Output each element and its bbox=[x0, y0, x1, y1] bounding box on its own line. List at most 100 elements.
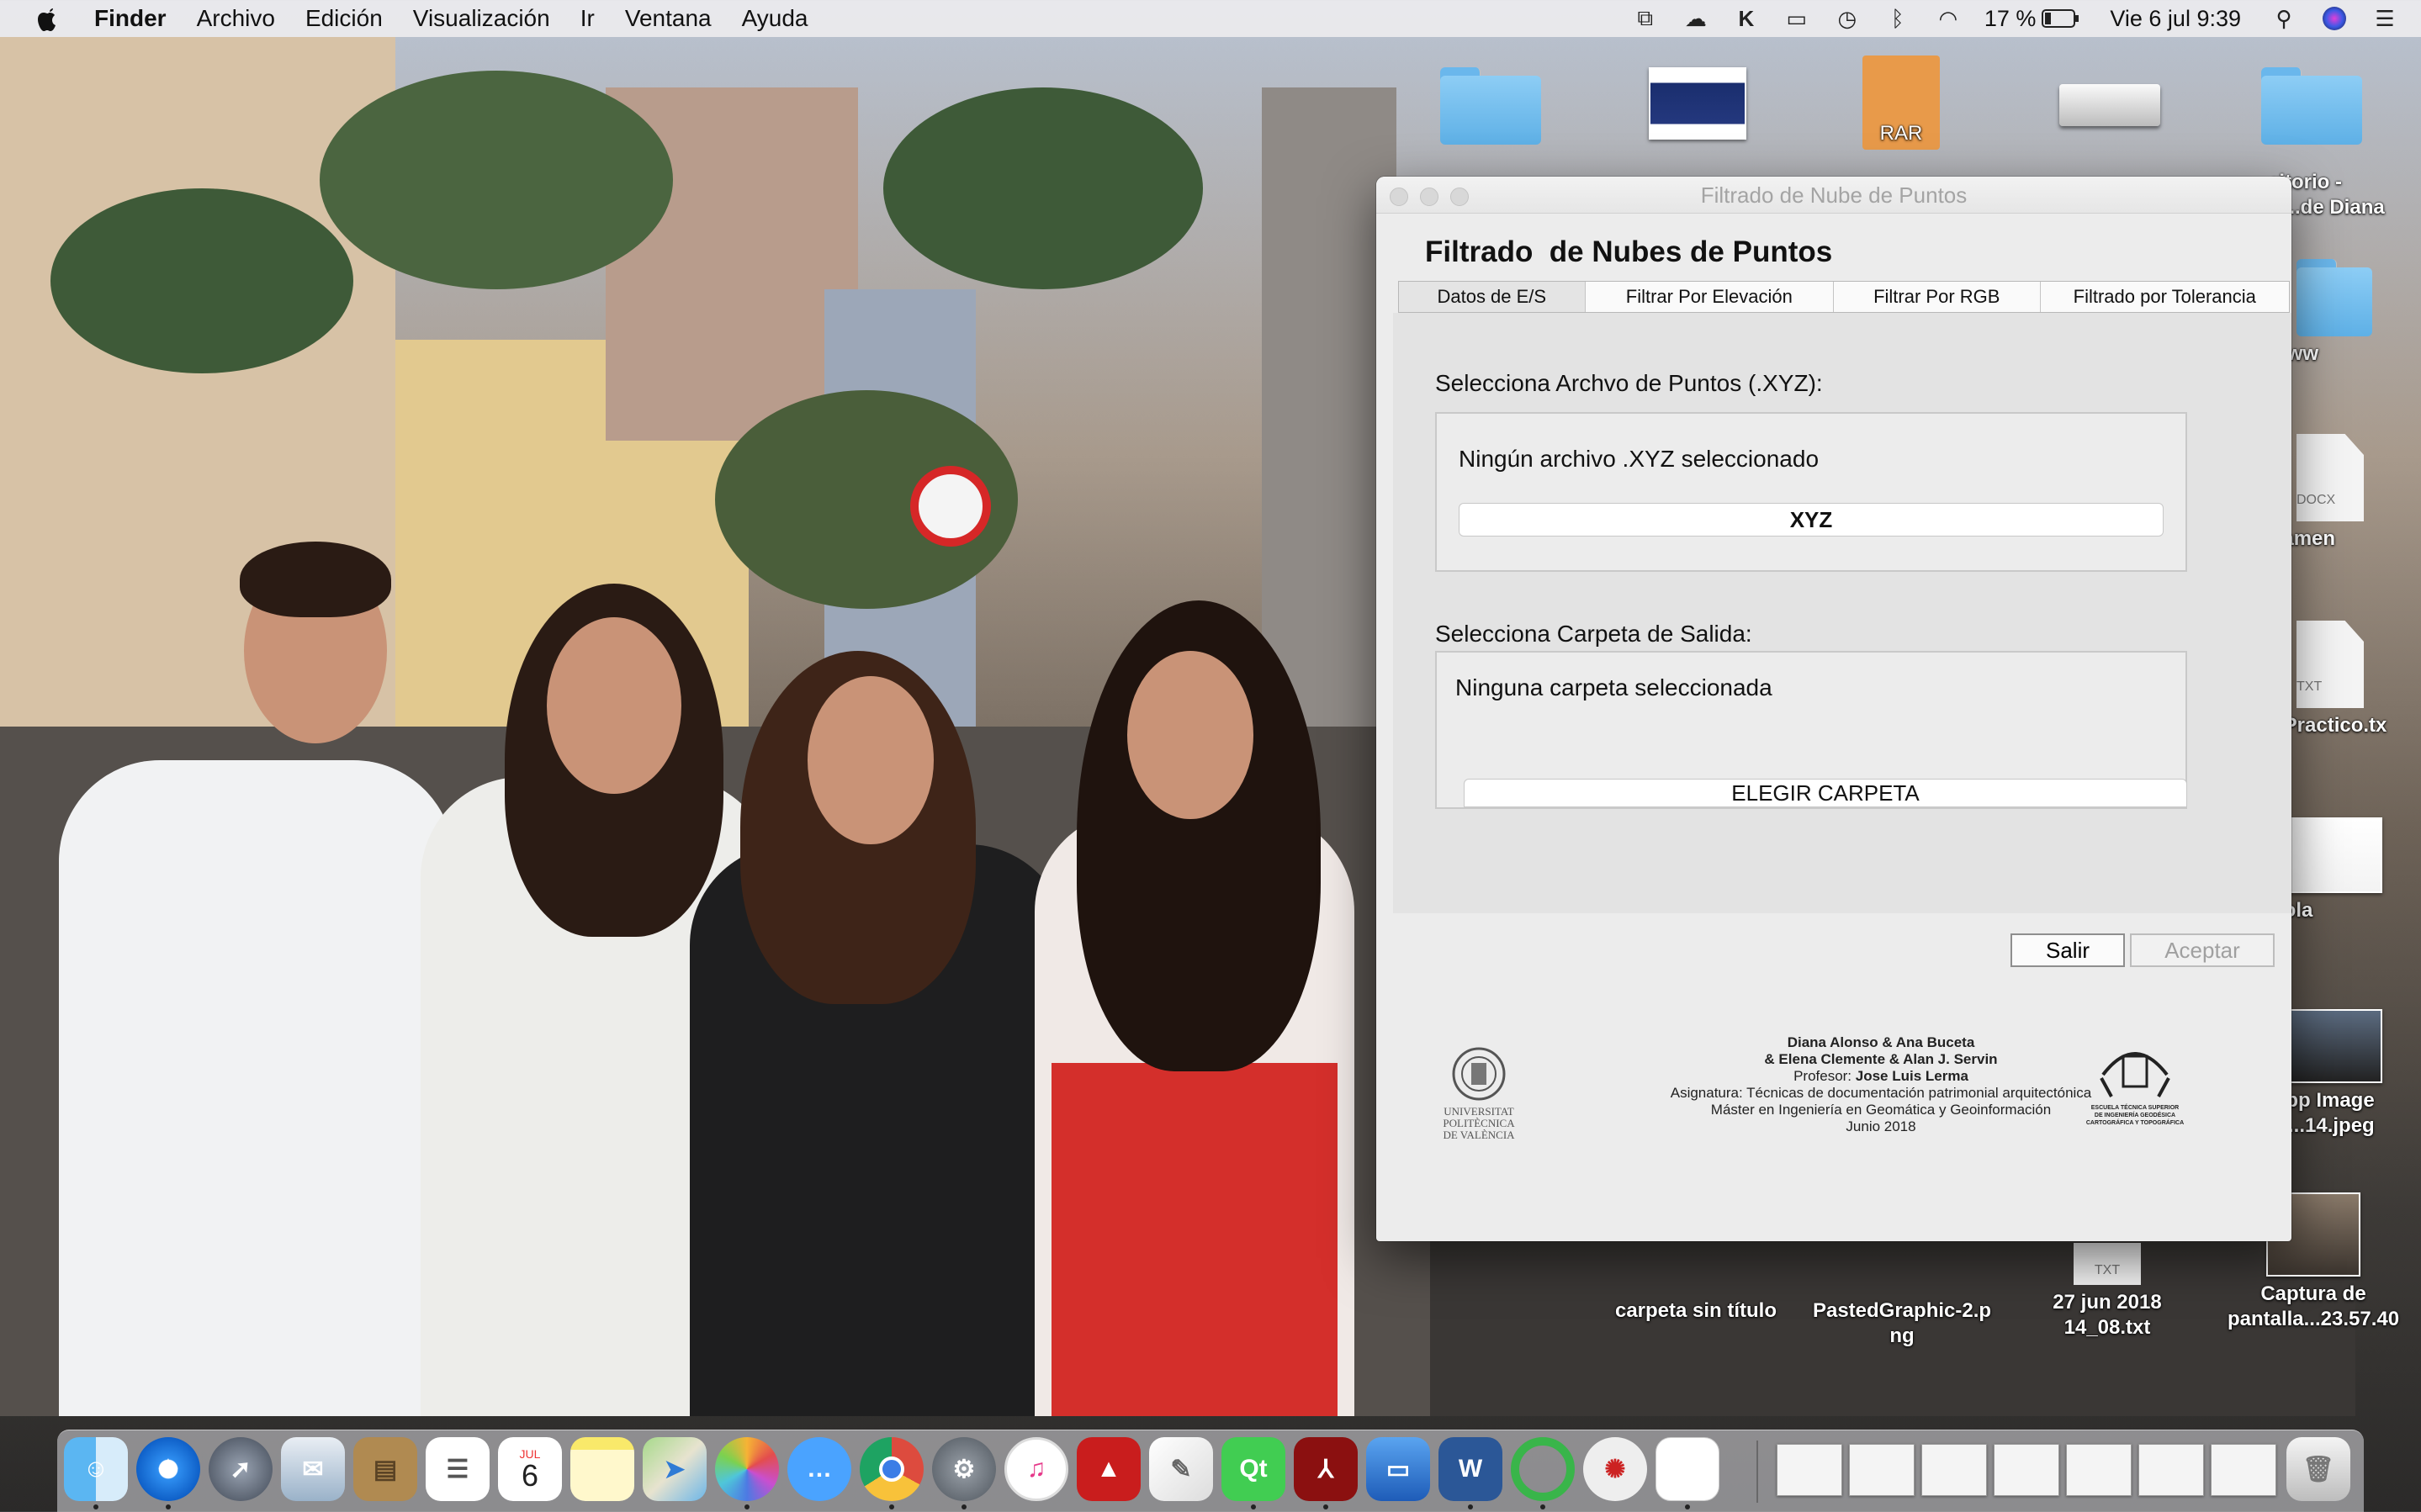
desktop-item-txt-27jun[interactable]: TXT 27 jun 2018 14_08.txt bbox=[2027, 1243, 2187, 1340]
desktop-folder[interactable] bbox=[1407, 67, 1575, 150]
dock: ☺ ✦ ➚ ✉ ▤ ☰ JUL 6 ➤ … ⚙ ♫ ▲ ✎ Qt ⅄ ▭ W ✺… bbox=[57, 1430, 2364, 1512]
credits-master: Máster en Ingeniería en Geomática y Geoi… bbox=[1710, 1102, 2052, 1118]
finder-icon[interactable]: ☺ bbox=[64, 1437, 128, 1501]
tab-filtrar-rgb[interactable]: Filtrar Por RGB bbox=[1834, 282, 2041, 312]
desktop-item-label: Captura de pantalla...23.57.40 bbox=[2227, 1282, 2400, 1330]
bluetooth-icon[interactable]: ᛒ bbox=[1883, 6, 1912, 31]
menu-ventana[interactable]: Ventana bbox=[625, 5, 712, 32]
photos-icon[interactable] bbox=[715, 1437, 779, 1501]
exit-button[interactable]: Salir bbox=[2010, 933, 2125, 967]
dropbox-icon[interactable]: ⧉ bbox=[1631, 5, 1660, 31]
zoom-window-icon[interactable] bbox=[1450, 188, 1469, 206]
minimized-window[interactable] bbox=[2066, 1444, 2132, 1496]
upv-crest-icon bbox=[1452, 1047, 1506, 1101]
wifi-icon[interactable]: ◠ bbox=[1934, 6, 1963, 31]
menubar-clock[interactable]: Vie 6 jul 9:39 bbox=[2110, 6, 2241, 32]
progress-icon[interactable] bbox=[1511, 1437, 1575, 1501]
acrobat-icon[interactable]: ⅄ bbox=[1294, 1437, 1358, 1501]
close-window-icon[interactable] bbox=[1390, 188, 1408, 206]
word-icon[interactable]: W bbox=[1438, 1437, 1502, 1501]
launchpad-icon[interactable]: ➚ bbox=[209, 1437, 273, 1501]
rar-archive-icon: RAR bbox=[1862, 56, 1940, 150]
spotlight-search-icon[interactable]: ⚲ bbox=[2270, 6, 2298, 31]
desktop-item-www[interactable]: www bbox=[2271, 259, 2421, 367]
credits-authors-1: Diana Alonso & Ana Buceta bbox=[1787, 1034, 1975, 1050]
mail-icon[interactable]: ✉ bbox=[281, 1437, 345, 1501]
menu-bar: Finder Archivo Edición Visualización Ir … bbox=[0, 0, 2421, 37]
desktop-item-app-image[interactable]: App Image 6....14.jpeg bbox=[2271, 1009, 2421, 1139]
credits-professor: Profesor: Jose Luis Lerma bbox=[1612, 1068, 2150, 1085]
desktop-screenshot-thumb[interactable] bbox=[1613, 67, 1782, 145]
battery-icon[interactable] bbox=[2041, 6, 2081, 31]
minimized-window[interactable] bbox=[1849, 1444, 1915, 1496]
input-file-group: Ningún archivo .XYZ seleccionado XYZ bbox=[1435, 412, 2187, 572]
desktop-item-hola[interactable]: hola bbox=[2271, 817, 2421, 923]
maps-icon[interactable]: ➤ bbox=[643, 1437, 707, 1501]
desktop-item-pastedgraphic[interactable]: PastedGraphic-2.p ng bbox=[1797, 1298, 2007, 1349]
output-folder-group: Ninguna carpeta seleccionada ELEGIR CARP… bbox=[1435, 651, 2187, 809]
select-xyz-button[interactable]: XYZ bbox=[1459, 503, 2164, 537]
itunes-icon[interactable]: ♫ bbox=[1004, 1437, 1068, 1501]
spider-icon[interactable]: ✺ bbox=[1583, 1437, 1647, 1501]
desktop-folder-oficina[interactable] bbox=[2228, 67, 2396, 150]
messages-icon[interactable]: … bbox=[787, 1437, 851, 1501]
contacts-icon[interactable]: ▤ bbox=[353, 1437, 417, 1501]
desktop-item-examen[interactable]: DOCX kamen bbox=[2271, 434, 2421, 552]
menu-archivo[interactable]: Archivo bbox=[197, 5, 275, 32]
qt-creator-icon[interactable]: Qt bbox=[1221, 1437, 1285, 1501]
cloud-icon[interactable]: ☁ bbox=[1682, 6, 1710, 31]
desktop-item-carpeta-sin-titulo[interactable]: carpeta sin título bbox=[1612, 1298, 1780, 1324]
tab-datos-es[interactable]: Datos de E/S bbox=[1399, 282, 1586, 312]
safari-icon[interactable]: ✦ bbox=[136, 1437, 200, 1501]
reminders-icon[interactable]: ☰ bbox=[426, 1437, 490, 1501]
tab-bar: Datos de E/S Filtrar Por Elevación Filtr… bbox=[1398, 281, 2290, 313]
folder-icon bbox=[1440, 67, 1541, 145]
menu-ir[interactable]: Ir bbox=[580, 5, 595, 32]
keynote-icon[interactable]: ▭ bbox=[1366, 1437, 1430, 1501]
menu-visualizacion[interactable]: Visualización bbox=[413, 5, 550, 32]
credits-block: Diana Alonso & Ana Buceta & Elena Clemen… bbox=[1612, 1034, 2150, 1135]
minimized-window[interactable] bbox=[2138, 1444, 2204, 1496]
textedit-icon[interactable]: ✎ bbox=[1149, 1437, 1213, 1501]
system-preferences-icon[interactable]: ⚙ bbox=[932, 1437, 996, 1501]
menu-ayuda[interactable]: Ayuda bbox=[742, 5, 808, 32]
menu-edicion[interactable]: Edición bbox=[305, 5, 383, 32]
minimize-window-icon[interactable] bbox=[1420, 188, 1438, 206]
desktop-item-escritorio[interactable]: ritorio - o...de Diana bbox=[2271, 170, 2421, 220]
siri-icon[interactable] bbox=[2320, 6, 2349, 31]
image-thumbnail-icon bbox=[2288, 817, 2382, 893]
notification-center-icon[interactable]: ☰ bbox=[2371, 6, 2399, 31]
output-folder-status: Ninguna carpeta seleccionada bbox=[1455, 674, 1772, 700]
tab-filtrado-tolerancia[interactable]: Filtrado por Tolerancia bbox=[2041, 282, 2289, 312]
desktop-item-practico[interactable]: TXT nPractico.tx t bbox=[2271, 621, 2421, 764]
document-icon[interactable] bbox=[1655, 1437, 1719, 1501]
etsi-logo: ESCUELA TÉCNICA SUPERIOR DE INGENIERÍA G… bbox=[2085, 1041, 2185, 1127]
notes-icon[interactable] bbox=[570, 1437, 634, 1501]
battery-percent[interactable]: 17 % bbox=[1984, 6, 2037, 32]
apple-menu-icon[interactable] bbox=[35, 4, 61, 33]
txt-file-icon: TXT bbox=[2074, 1243, 2141, 1285]
time-machine-icon[interactable]: ◷ bbox=[1833, 6, 1862, 31]
minimized-window[interactable] bbox=[2211, 1444, 2276, 1496]
docx-file-icon: DOCX bbox=[2297, 434, 2364, 521]
desktop-drive-icon[interactable] bbox=[2026, 84, 2194, 126]
window-titlebar[interactable]: Filtrado de Nube de Puntos bbox=[1376, 177, 2291, 214]
minimized-window[interactable] bbox=[1994, 1444, 2059, 1496]
menu-finder[interactable]: Finder bbox=[94, 5, 167, 32]
minimized-window[interactable] bbox=[1921, 1444, 1987, 1496]
desktop-item-label: hola bbox=[2271, 899, 2313, 922]
calendar-icon[interactable]: JUL 6 bbox=[498, 1437, 562, 1501]
chrome-icon[interactable] bbox=[860, 1437, 924, 1501]
input-group-label: Selecciona Archvo de Puntos (.XYZ): bbox=[1435, 370, 1823, 396]
tab-filtrar-elevacion[interactable]: Filtrar Por Elevación bbox=[1586, 282, 1835, 312]
folder-icon bbox=[2261, 67, 2362, 145]
accept-button[interactable]: Aceptar bbox=[2130, 933, 2275, 967]
choose-folder-button[interactable]: ELEGIR CARPETA bbox=[1464, 779, 2187, 807]
desktop-rar-archive[interactable]: RAR bbox=[1817, 56, 1985, 150]
k-app-icon[interactable]: K bbox=[1732, 6, 1761, 31]
airplay-icon[interactable]: ▭ bbox=[1783, 6, 1811, 31]
trash-icon[interactable]: 🗑 bbox=[2286, 1437, 2350, 1501]
professor-prefix: Profesor: bbox=[1793, 1068, 1856, 1084]
minimized-window[interactable] bbox=[1777, 1444, 1842, 1496]
autocad-icon[interactable]: ▲ bbox=[1077, 1437, 1141, 1501]
